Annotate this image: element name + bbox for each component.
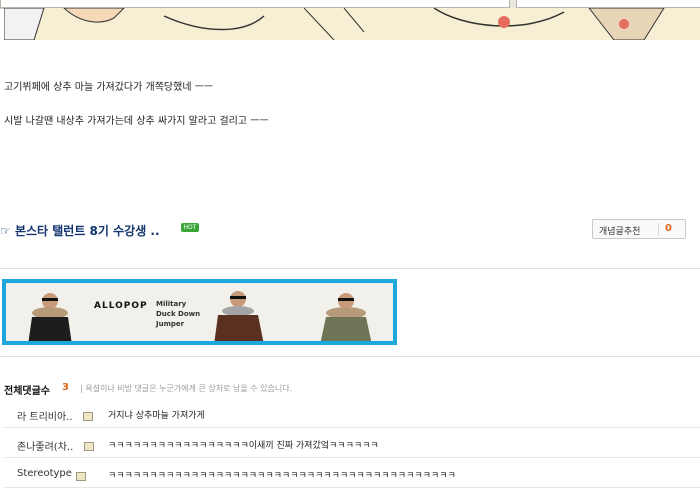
pointing-hand-icon: ☞ <box>0 224 11 238</box>
comment-text: ㅋㅋㅋㅋㅋㅋㅋㅋㅋㅋㅋㅋㅋㅋㅋㅋㅋ이새끼 진짜 가져갔엌ㅋㅋㅋㅋㅋㅋ <box>108 441 379 451</box>
recommend-label: 개념글추천 <box>599 227 641 237</box>
next-post-link[interactable]: ☞ 본스타 탤런트 8기 수강생 .. <box>0 222 160 239</box>
comment-row: Stereotype ㅋㅋㅋㅋㅋㅋㅋㅋㅋㅋㅋㅋㅋㅋㅋㅋㅋㅋㅋㅋㅋㅋㅋㅋㅋㅋㅋㅋㅋ… <box>4 460 700 488</box>
next-post-row: ☞ 본스타 탤런트 8기 수강생 .. HOT 개념글추천 0 <box>0 218 700 240</box>
row-divider <box>4 487 700 488</box>
next-post-title: 본스타 탤런트 8기 수강생 .. <box>14 224 160 238</box>
row-divider <box>4 457 700 458</box>
comment-nickname[interactable]: 라 트리비아.. <box>17 408 73 423</box>
model-figure <box>214 291 264 341</box>
search-box[interactable] <box>516 0 700 8</box>
model-figure <box>28 293 72 341</box>
divider <box>0 356 700 357</box>
model-figure <box>320 293 372 341</box>
comments-count: 3 <box>62 382 69 393</box>
ad-subtitle-line: Duck Down <box>156 310 201 318</box>
comment-nickname[interactable]: Stereotype <box>17 468 72 479</box>
comment-nickname[interactable]: 존나좋려(차.. <box>17 438 73 453</box>
row-divider <box>4 427 700 428</box>
recommend-count: 0 <box>665 223 672 234</box>
post-text-line: 고기뷔페에 상추 마늘 가져갔다가 개쪽당했네 ㅡㅡ <box>4 82 214 93</box>
comment-row: 존나좋려(차.. ㅋㅋㅋㅋㅋㅋㅋㅋㅋㅋㅋㅋㅋㅋㅋㅋㅋ이새끼 진짜 가져갔엌ㅋㅋㅋ… <box>4 430 700 458</box>
ad-subtitle: Military Duck Down Jumper <box>156 299 200 329</box>
comments-title: 전체댓글수 <box>4 386 50 397</box>
ad-brand: ALLOPOP <box>94 301 148 311</box>
member-icon <box>76 472 86 481</box>
post-text-line: 시발 나갈땐 내상추 가져가는데 상추 싸가지 말라고 걸리고 ㅡㅡ <box>4 116 269 127</box>
member-icon <box>83 412 93 421</box>
recommend-button[interactable]: 개념글추천 0 <box>592 219 686 239</box>
recommend-separator <box>658 223 659 236</box>
member-icon <box>84 442 94 451</box>
comment-text: 거지냐 상추마늘 가져가게 <box>108 411 205 421</box>
comment-row: 라 트리비아.. 거지냐 상추마늘 가져가게 <box>4 400 700 428</box>
comments-notice: | 욕설이나 비방 댓글은 누군가에게 큰 상처로 남을 수 있습니다. <box>80 384 293 393</box>
ad-subtitle-line: Jumper <box>156 320 185 328</box>
ad-banner[interactable]: ALLOPOP Military Duck Down Jumper <box>2 279 397 345</box>
divider <box>0 268 700 269</box>
ad-subtitle-line: Military <box>156 300 187 308</box>
hot-badge: HOT <box>181 223 199 232</box>
post-image <box>4 8 700 40</box>
comment-text: ㅋㅋㅋㅋㅋㅋㅋㅋㅋㅋㅋㅋㅋㅋㅋㅋㅋㅋㅋㅋㅋㅋㅋㅋㅋㅋㅋㅋㅋㅋㅋㅋㅋㅋㅋㅋㅋㅋㅋㅋ… <box>108 471 456 481</box>
address-bar[interactable] <box>0 0 510 8</box>
